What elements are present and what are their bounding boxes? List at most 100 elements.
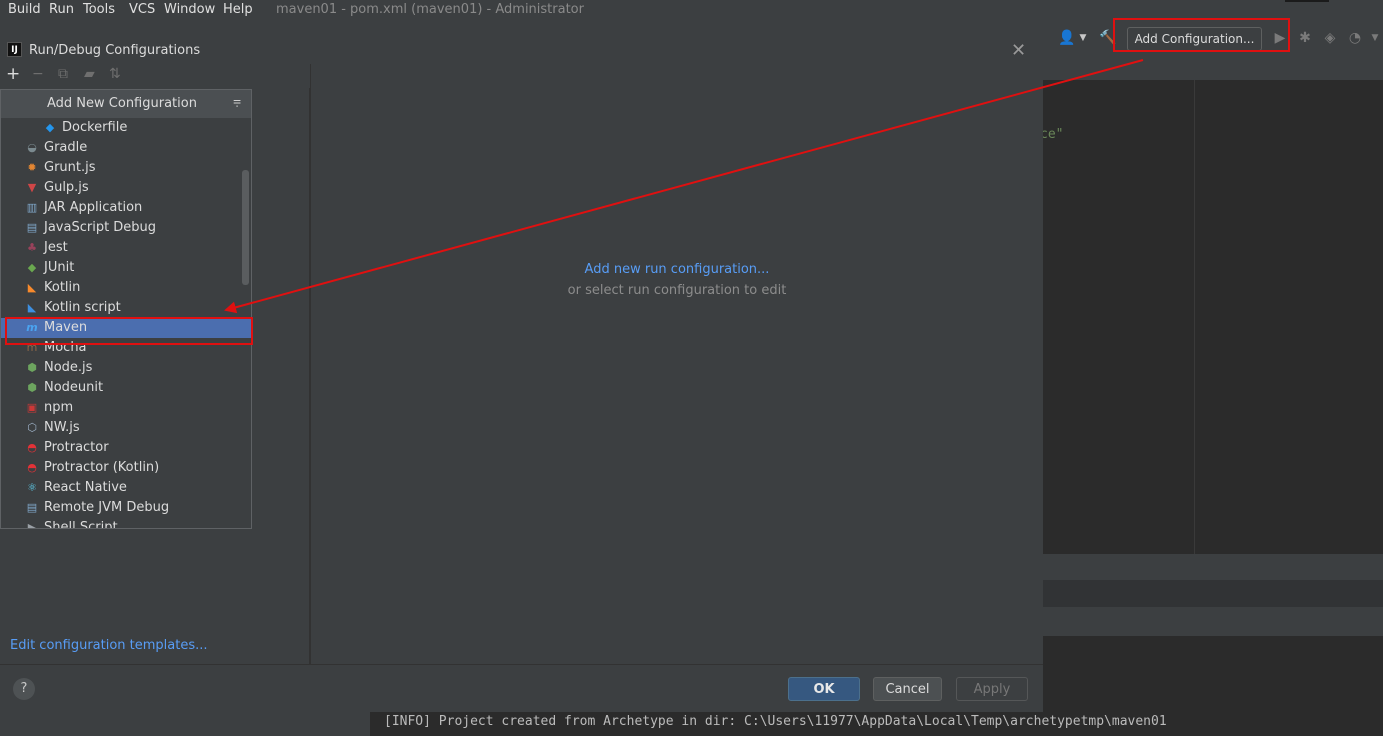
config-type-grunt-js[interactable]: ✹ Grunt.js xyxy=(1,158,251,178)
add-new-run-configuration-link[interactable]: Add new run configuration... xyxy=(311,262,1043,277)
more-chevron-icon[interactable]: ▼ xyxy=(1367,30,1383,46)
bottom-strip xyxy=(0,712,370,736)
menu-vcs[interactable]: VCS xyxy=(129,2,155,17)
run-icon[interactable]: ▶ xyxy=(1272,30,1288,46)
editor-tab-strip xyxy=(1043,55,1383,80)
nodeunit-icon: ⬢ xyxy=(27,381,37,394)
npm-icon: ▣ xyxy=(26,401,38,414)
config-type-kotlin[interactable]: ◣ Kotlin xyxy=(1,278,251,298)
js-debug-icon: ▤ xyxy=(26,221,38,234)
apply-button[interactable]: Apply xyxy=(956,677,1028,701)
config-type-label: npm xyxy=(44,400,74,415)
intellij-logo-icon: IJ xyxy=(7,42,22,57)
config-type-jest[interactable]: ♣ Jest xyxy=(1,238,251,258)
menu-build[interactable]: Build xyxy=(8,2,41,17)
config-type-label: React Native xyxy=(44,480,127,495)
tool-panel-tabs xyxy=(1043,607,1383,636)
grunt-icon: ✹ xyxy=(27,161,37,174)
nodejs-icon: ⬢ xyxy=(27,361,37,374)
chevron-down-icon[interactable]: ▼ xyxy=(1075,30,1091,46)
menu-help[interactable]: Help xyxy=(223,2,253,17)
config-type-label: JavaScript Debug xyxy=(44,220,157,235)
react-icon: ⚛ xyxy=(27,481,37,494)
config-type-protractor-kotlin[interactable]: ◓ Protractor (Kotlin) xyxy=(1,458,251,478)
popup-header-title: Add New Configuration xyxy=(47,96,197,111)
config-type-label: Protractor xyxy=(44,440,109,455)
menu-window[interactable]: Window xyxy=(164,2,215,17)
folder-icon[interactable]: ▰ xyxy=(84,66,95,82)
config-type-node-js[interactable]: ⬢ Node.js xyxy=(1,358,251,378)
config-type-label: Gulp.js xyxy=(44,180,89,195)
editor-margin-line xyxy=(1194,80,1195,554)
kotlin-icon: ◣ xyxy=(27,281,37,294)
junit-icon: ◆ xyxy=(27,261,37,274)
config-type-label: JUnit xyxy=(44,260,75,275)
dialog-title: Run/Debug Configurations xyxy=(29,43,201,58)
console-line: [INFO] Project created from Archetype in… xyxy=(384,714,1167,729)
user-icon[interactable]: 👤 xyxy=(1058,30,1075,46)
remove-icon[interactable]: − xyxy=(32,66,44,82)
help-button[interactable]: ? xyxy=(13,678,35,700)
config-type-npm[interactable]: ▣ npm xyxy=(1,398,251,418)
config-type-label: Kotlin xyxy=(44,280,81,295)
config-type-label: Nodeunit xyxy=(44,380,104,395)
kotlin-script-icon: ◣ xyxy=(27,301,37,314)
configuration-editor-pane xyxy=(311,64,1043,664)
config-type-label: JAR Application xyxy=(44,200,143,215)
code-fragment: ce" xyxy=(1040,127,1064,142)
config-type-protractor[interactable]: ◓ Protractor xyxy=(1,438,251,458)
config-type-javascript-debug[interactable]: ▤ JavaScript Debug xyxy=(1,218,251,238)
tool-panel-header xyxy=(1043,554,1383,580)
menu-run[interactable]: Run xyxy=(49,2,74,17)
config-type-gradle[interactable]: ◒ Gradle xyxy=(1,138,251,158)
config-type-junit[interactable]: ◆ JUnit xyxy=(1,258,251,278)
config-type-shell-script[interactable]: ▶ Shell Script xyxy=(1,518,251,528)
config-type-label: Node.js xyxy=(44,360,93,375)
config-type-remote-jvm-debug[interactable]: ▤ Remote JVM Debug xyxy=(1,498,251,518)
menu-tools[interactable]: Tools xyxy=(83,2,115,17)
jar-icon: ▥ xyxy=(26,201,38,214)
edit-configuration-templates-link[interactable]: Edit configuration templates... xyxy=(10,638,208,653)
select-configuration-hint: or select run configuration to edit xyxy=(567,283,787,298)
highlight-box-add-configuration xyxy=(1113,18,1290,52)
close-icon[interactable]: ✕ xyxy=(1011,40,1026,61)
config-type-label: Remote JVM Debug xyxy=(44,500,170,515)
config-type-nw-js[interactable]: ⬡ NW.js xyxy=(1,418,251,438)
config-type-nodeunit[interactable]: ⬢ Nodeunit xyxy=(1,378,251,398)
config-type-label: Protractor (Kotlin) xyxy=(44,460,160,475)
collapse-icon[interactable]: ⩦ xyxy=(233,93,241,109)
config-type-label: NW.js xyxy=(44,420,80,435)
config-type-label: Dockerfile xyxy=(62,120,128,135)
cancel-button[interactable]: Cancel xyxy=(873,677,942,701)
add-icon[interactable]: + xyxy=(6,64,20,84)
ok-button[interactable]: OK xyxy=(788,677,860,701)
copy-icon[interactable]: ⧉ xyxy=(58,66,68,82)
highlight-box-maven xyxy=(5,317,253,345)
coverage-icon[interactable]: ◈ xyxy=(1322,30,1338,46)
gulp-icon: ▼ xyxy=(27,181,37,194)
config-type-kotlin-script[interactable]: ◣ Kotlin script xyxy=(1,298,251,318)
sort-icon[interactable]: ⇅ xyxy=(109,66,121,82)
remote-debug-icon: ▤ xyxy=(26,501,38,514)
config-type-jar-application[interactable]: ▥ JAR Application xyxy=(1,198,251,218)
window-title: maven01 - pom.xml (maven01) - Administra… xyxy=(276,2,584,17)
profile-icon[interactable]: ◔ xyxy=(1347,30,1363,46)
config-type-label: Shell Script xyxy=(44,520,118,528)
config-type-react-native[interactable]: ⚛ React Native xyxy=(1,478,251,498)
config-type-label: Grunt.js xyxy=(44,160,96,175)
config-type-label: Gradle xyxy=(44,140,88,155)
debug-icon[interactable]: ✱ xyxy=(1297,30,1313,46)
shell-icon: ▶ xyxy=(27,521,37,528)
gradle-icon: ◒ xyxy=(27,141,37,154)
config-type-label: Kotlin script xyxy=(44,300,121,315)
nwjs-icon: ⬡ xyxy=(27,421,37,434)
popup-scrollbar[interactable] xyxy=(242,170,249,285)
docker-icon: ◆ xyxy=(45,121,55,134)
config-type-dockerfile[interactable]: ◆ Dockerfile xyxy=(1,118,251,138)
config-type-label: Jest xyxy=(44,240,68,255)
protractor-icon: ◓ xyxy=(27,441,37,454)
tool-panel-bar xyxy=(1043,580,1383,607)
jest-icon: ♣ xyxy=(27,241,37,254)
protractor-kotlin-icon: ◓ xyxy=(27,461,37,474)
config-type-gulp-js[interactable]: ▼ Gulp.js xyxy=(1,178,251,198)
